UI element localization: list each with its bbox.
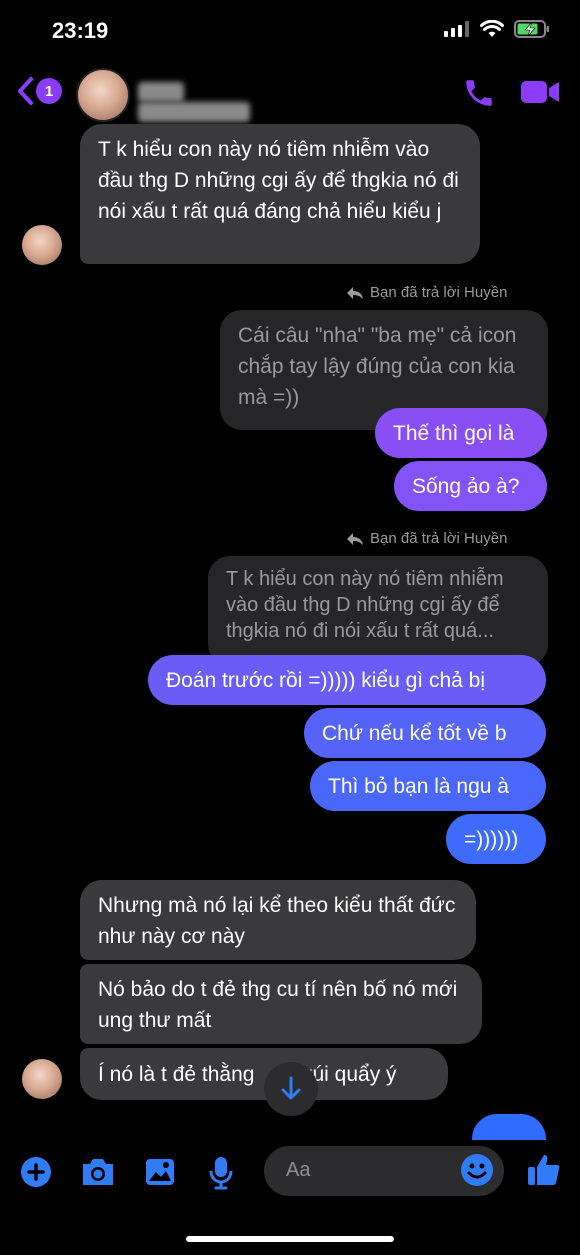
- camera-button[interactable]: [80, 1156, 116, 1193]
- quoted-message[interactable]: T k hiểu con này nó tiêm nhiễm vào đầu t…: [208, 556, 548, 666]
- sender-avatar: [22, 1059, 62, 1099]
- arrow-down-icon: [281, 1076, 301, 1100]
- battery-charging-icon: [514, 20, 549, 38]
- chevron-left-icon: [18, 77, 33, 105]
- reply-arrow-icon: [347, 286, 363, 299]
- status-bar: 23:19: [0, 0, 580, 62]
- reply-note: Bạn đã trả lời Huyền: [346, 530, 507, 547]
- gallery-button[interactable]: [144, 1156, 176, 1193]
- camera-icon: [83, 1159, 113, 1185]
- sent-message[interactable]: Thế thì gọi là: [375, 408, 547, 458]
- sent-message[interactable]: Thì bỏ bạn là ngu à: [310, 761, 546, 811]
- received-message[interactable]: Nó bảo do t đẻ thg cu tí nên bố nó mới u…: [80, 964, 482, 1044]
- unread-badge: 1: [36, 78, 62, 104]
- home-indicator: [186, 1236, 394, 1242]
- microphone-icon: [209, 1157, 233, 1190]
- sent-message[interactable]: Chứ nếu kể tốt về b: [304, 708, 546, 758]
- sender-avatar: [22, 225, 62, 265]
- sent-message[interactable]: =)))))): [446, 814, 546, 864]
- reply-note-text: Bạn đã trả lời Huyền: [370, 284, 508, 301]
- sent-message[interactable]: Đoán trước rồi =))))) kiểu gì chả bị: [148, 655, 546, 705]
- back-button[interactable]: 1: [16, 76, 62, 106]
- plus-circle-icon: [21, 1157, 51, 1187]
- reply-arrow-icon: [347, 532, 363, 545]
- sent-message[interactable]: Sống ảo à?: [394, 461, 547, 511]
- received-message[interactable]: Nhưng mà nó lại kể theo kiểu thất đức nh…: [80, 880, 476, 960]
- status-icons: [444, 20, 550, 38]
- phone-icon: [466, 80, 492, 106]
- cellular-signal-icon: [444, 21, 469, 37]
- contact-name-redacted[interactable]: [138, 82, 314, 122]
- image-icon: [146, 1159, 174, 1185]
- add-button[interactable]: [20, 1156, 52, 1193]
- wifi-icon: [480, 20, 504, 37]
- thumbs-up-icon: [528, 1155, 560, 1185]
- video-call-button[interactable]: [520, 78, 560, 111]
- composer-bar: Aa: [0, 1140, 580, 1255]
- contact-avatar[interactable]: [76, 68, 130, 122]
- message-text-part: Í nó là t đẻ thằng: [98, 1063, 255, 1086]
- video-camera-icon: [521, 81, 559, 103]
- smiley-icon: [461, 1154, 493, 1186]
- reply-note: Bạn đã trả lời Huyền: [346, 284, 507, 301]
- received-message[interactable]: T k hiểu con này nó tiêm nhiễm vào đầu t…: [80, 124, 480, 264]
- emoji-button[interactable]: [460, 1153, 494, 1192]
- voice-message-button[interactable]: [208, 1156, 234, 1195]
- status-time: 23:19: [52, 18, 109, 43]
- voice-call-button[interactable]: [462, 76, 496, 115]
- like-button[interactable]: [526, 1152, 562, 1193]
- scroll-to-bottom-button[interactable]: [264, 1062, 318, 1116]
- chat-header: 1: [0, 62, 580, 124]
- reply-note-text: Bạn đã trả lời Huyền: [370, 530, 508, 547]
